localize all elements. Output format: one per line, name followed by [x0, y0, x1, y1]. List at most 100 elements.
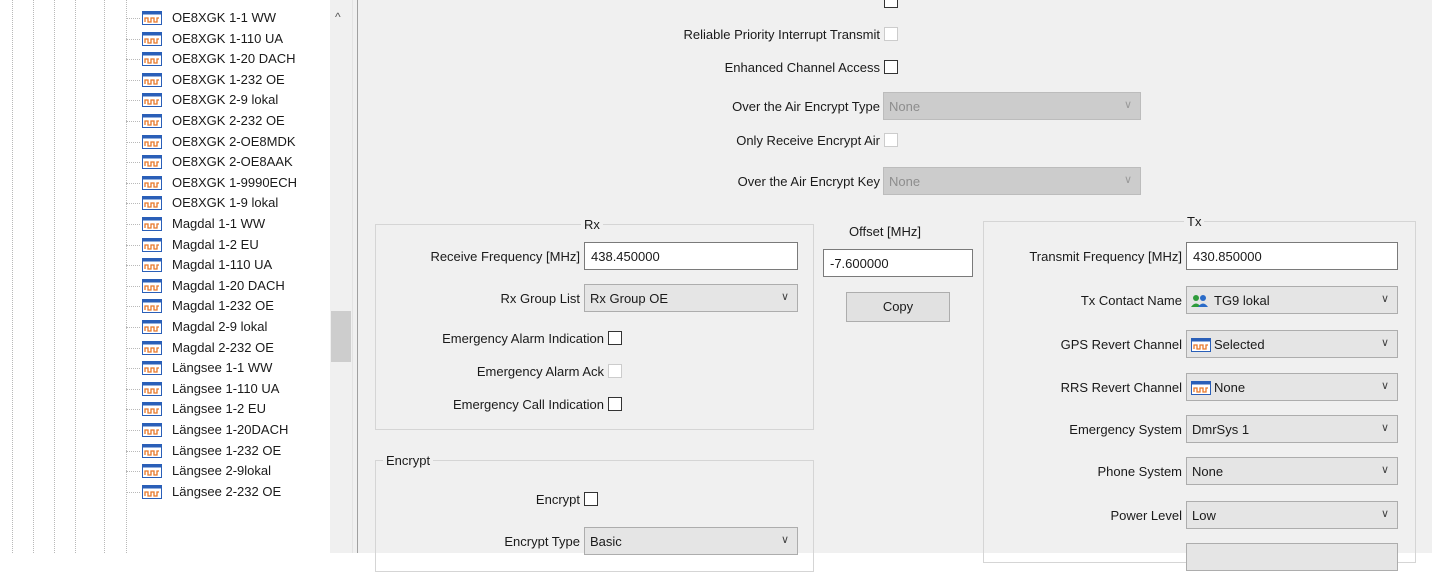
tree-item-label: Längsee 1-110 UA	[172, 380, 280, 396]
channel-tree[interactable]: OE8XGK 1-1 WW OE8XGK 1-110 UA OE8XGK 1-20 …	[0, 0, 350, 553]
tree-connector	[126, 18, 140, 19]
tree-connector	[126, 38, 140, 40]
emergency-call-indication-checkbox[interactable]	[608, 397, 622, 411]
ota-encrypt-key-select[interactable]: None ∨	[883, 167, 1141, 195]
tree-item[interactable]: Längsee 1-232 OE	[0, 441, 330, 461]
tree-item[interactable]: Magdal 2-9 lokal	[0, 317, 330, 337]
emergency-system-select[interactable]: DmrSys 1 ∨	[1186, 415, 1398, 443]
rx-group-list-label: Rx Group List	[500, 291, 580, 306]
encrypt-type-label: Encrypt Type	[504, 534, 580, 549]
tree-item[interactable]: OE8XGK 2-232 OE	[0, 111, 330, 131]
gps-revert-channel-select[interactable]: Selected ∨	[1186, 330, 1398, 358]
only-receive-checkbox[interactable]	[884, 133, 898, 147]
tree-item-label: Magdal 1-232 OE	[172, 298, 274, 314]
tree-item-label: OE8XGK 1-9990ECH	[172, 174, 298, 190]
channel-icon	[142, 464, 162, 481]
tree-item[interactable]: OE8XGK 1-1 WW	[0, 8, 330, 28]
enhanced-channel-checkbox[interactable]	[884, 60, 898, 74]
tree-item[interactable]: OE8XGK 1-110 UA	[0, 29, 330, 49]
tree-connector	[126, 182, 140, 184]
reliable-priority-label: Reliable Priority Interrupt Transmit	[683, 27, 880, 42]
transmit-frequency-input[interactable]: 430.850000	[1186, 242, 1398, 270]
tree-item[interactable]: OE8XGK 2-OE8AAK	[0, 152, 330, 172]
channel-icon	[142, 278, 162, 296]
tree-item[interactable]: OE8XGK 1-9990ECH	[0, 173, 330, 193]
rx-group-list-select[interactable]: Rx Group OE ∨	[584, 284, 798, 312]
tree-item[interactable]: OE8XGK 2-9 lokal	[0, 90, 330, 110]
phone-system-label: Phone System	[1097, 464, 1182, 479]
encrypt-group-title: Encrypt	[383, 453, 434, 468]
receive-frequency-input[interactable]: 438.450000	[584, 242, 798, 270]
channel-icon	[142, 196, 162, 213]
tree-connector	[126, 327, 140, 328]
tree-connector	[126, 79, 140, 81]
tree-item[interactable]: Längsee 1-110 UA	[0, 379, 330, 399]
tree-item[interactable]: Längsee 2-232 OE	[0, 482, 330, 502]
tree-item[interactable]: Längsee 1-20DACH	[0, 420, 330, 440]
tx-contact-name-select[interactable]: TG9 lokal ∨	[1186, 286, 1398, 314]
tree-item[interactable]: OE8XGK 1-9 lokal	[0, 193, 330, 213]
top-cut-checkbox[interactable]	[884, 0, 898, 8]
chevron-down-icon: ∨	[780, 291, 789, 303]
tree-item-label: Längsee 2-9lokal	[172, 463, 272, 479]
tree-item[interactable]: Magdal 1-1 WW	[0, 214, 330, 234]
tree-connector	[126, 368, 140, 370]
encrypt-checkbox[interactable]	[584, 492, 598, 506]
tree-item-label: Längsee 1-1 WW	[172, 360, 273, 376]
tree-item-label: Längsee 1-2 EU	[172, 401, 266, 417]
reliable-priority-checkbox[interactable]	[884, 27, 898, 41]
chevron-down-icon: ∨	[1380, 293, 1389, 305]
tree-item-label: Längsee 1-232 OE	[172, 442, 282, 458]
channel-icon	[142, 52, 162, 69]
tree-item[interactable]: Magdal 1-110 UA	[0, 255, 330, 275]
tree-item[interactable]: Längsee 2-9lokal	[0, 461, 330, 481]
emergency-system-label: Emergency System	[1069, 422, 1182, 437]
rrs-revert-channel-label: RRS Revert Channel	[1060, 380, 1182, 395]
gps-revert-channel-label: GPS Revert Channel	[1060, 337, 1182, 352]
tree-connector	[126, 224, 140, 225]
power-level-label: Power Level	[1110, 508, 1182, 523]
tree-connector	[126, 471, 140, 473]
channel-icon	[142, 361, 162, 378]
phone-system-select[interactable]: None ∨	[1186, 457, 1398, 485]
rrs-revert-channel-select[interactable]: None ∨	[1186, 373, 1398, 401]
tree-connector	[126, 306, 140, 308]
scrollbar-thumb[interactable]	[331, 311, 351, 362]
chevron-down-icon: ∨	[1123, 99, 1132, 111]
enhanced-channel-label: Enhanced Channel Access	[724, 60, 880, 75]
tree-item[interactable]: OE8XGK 2-OE8MDK	[0, 132, 330, 152]
receive-frequency-label: Receive Frequency [MHz]	[430, 249, 580, 264]
offset-input[interactable]: -7.600000	[823, 249, 973, 277]
tx-cut-off-select[interactable]	[1186, 543, 1398, 571]
tree-connector	[126, 59, 140, 61]
tree-item[interactable]: Magdal 2-232 OE	[0, 338, 330, 358]
channel-icon	[142, 258, 162, 275]
group-contact-icon	[1191, 294, 1209, 311]
tree-item[interactable]: Magdal 1-20 DACH	[0, 276, 330, 296]
tree-item[interactable]: Magdal 1-232 OE	[0, 296, 330, 316]
tree-item[interactable]: OE8XGK 1-20 DACH	[0, 49, 330, 69]
channel-icon	[142, 93, 162, 110]
ota-encrypt-type-select[interactable]: None ∨	[883, 92, 1141, 120]
tree-connector	[126, 203, 140, 205]
tree-scrollbar[interactable]: ^	[330, 0, 352, 553]
tree-item-label: Magdal 2-9 lokal	[172, 319, 268, 334]
chevron-down-icon: ∨	[1380, 464, 1389, 476]
tree-connector	[126, 100, 140, 102]
tree-item[interactable]: Magdal 1-2 EU	[0, 235, 330, 255]
tree-item[interactable]: OE8XGK 1-232 OE	[0, 70, 330, 90]
emergency-alarm-ack-checkbox[interactable]	[608, 364, 622, 378]
power-level-select[interactable]: Low ∨	[1186, 501, 1398, 529]
encrypt-type-select[interactable]: Basic ∨	[584, 527, 798, 555]
emergency-alarm-indication-checkbox[interactable]	[608, 331, 622, 345]
copy-button[interactable]: Copy	[846, 292, 950, 322]
channel-icon	[142, 381, 162, 399]
tree-item[interactable]: Längsee 1-1 WW	[0, 358, 330, 378]
chevron-up-icon[interactable]: ^	[335, 10, 341, 24]
channel-icon	[142, 402, 162, 419]
tree-item-label: OE8XGK 2-OE8AAK	[172, 154, 293, 170]
tree-connector	[126, 244, 140, 246]
emergency-alarm-ack-label: Emergency Alarm Ack	[476, 364, 604, 379]
tree-item[interactable]: Längsee 1-2 EU	[0, 399, 330, 419]
channel-icon	[142, 443, 162, 461]
